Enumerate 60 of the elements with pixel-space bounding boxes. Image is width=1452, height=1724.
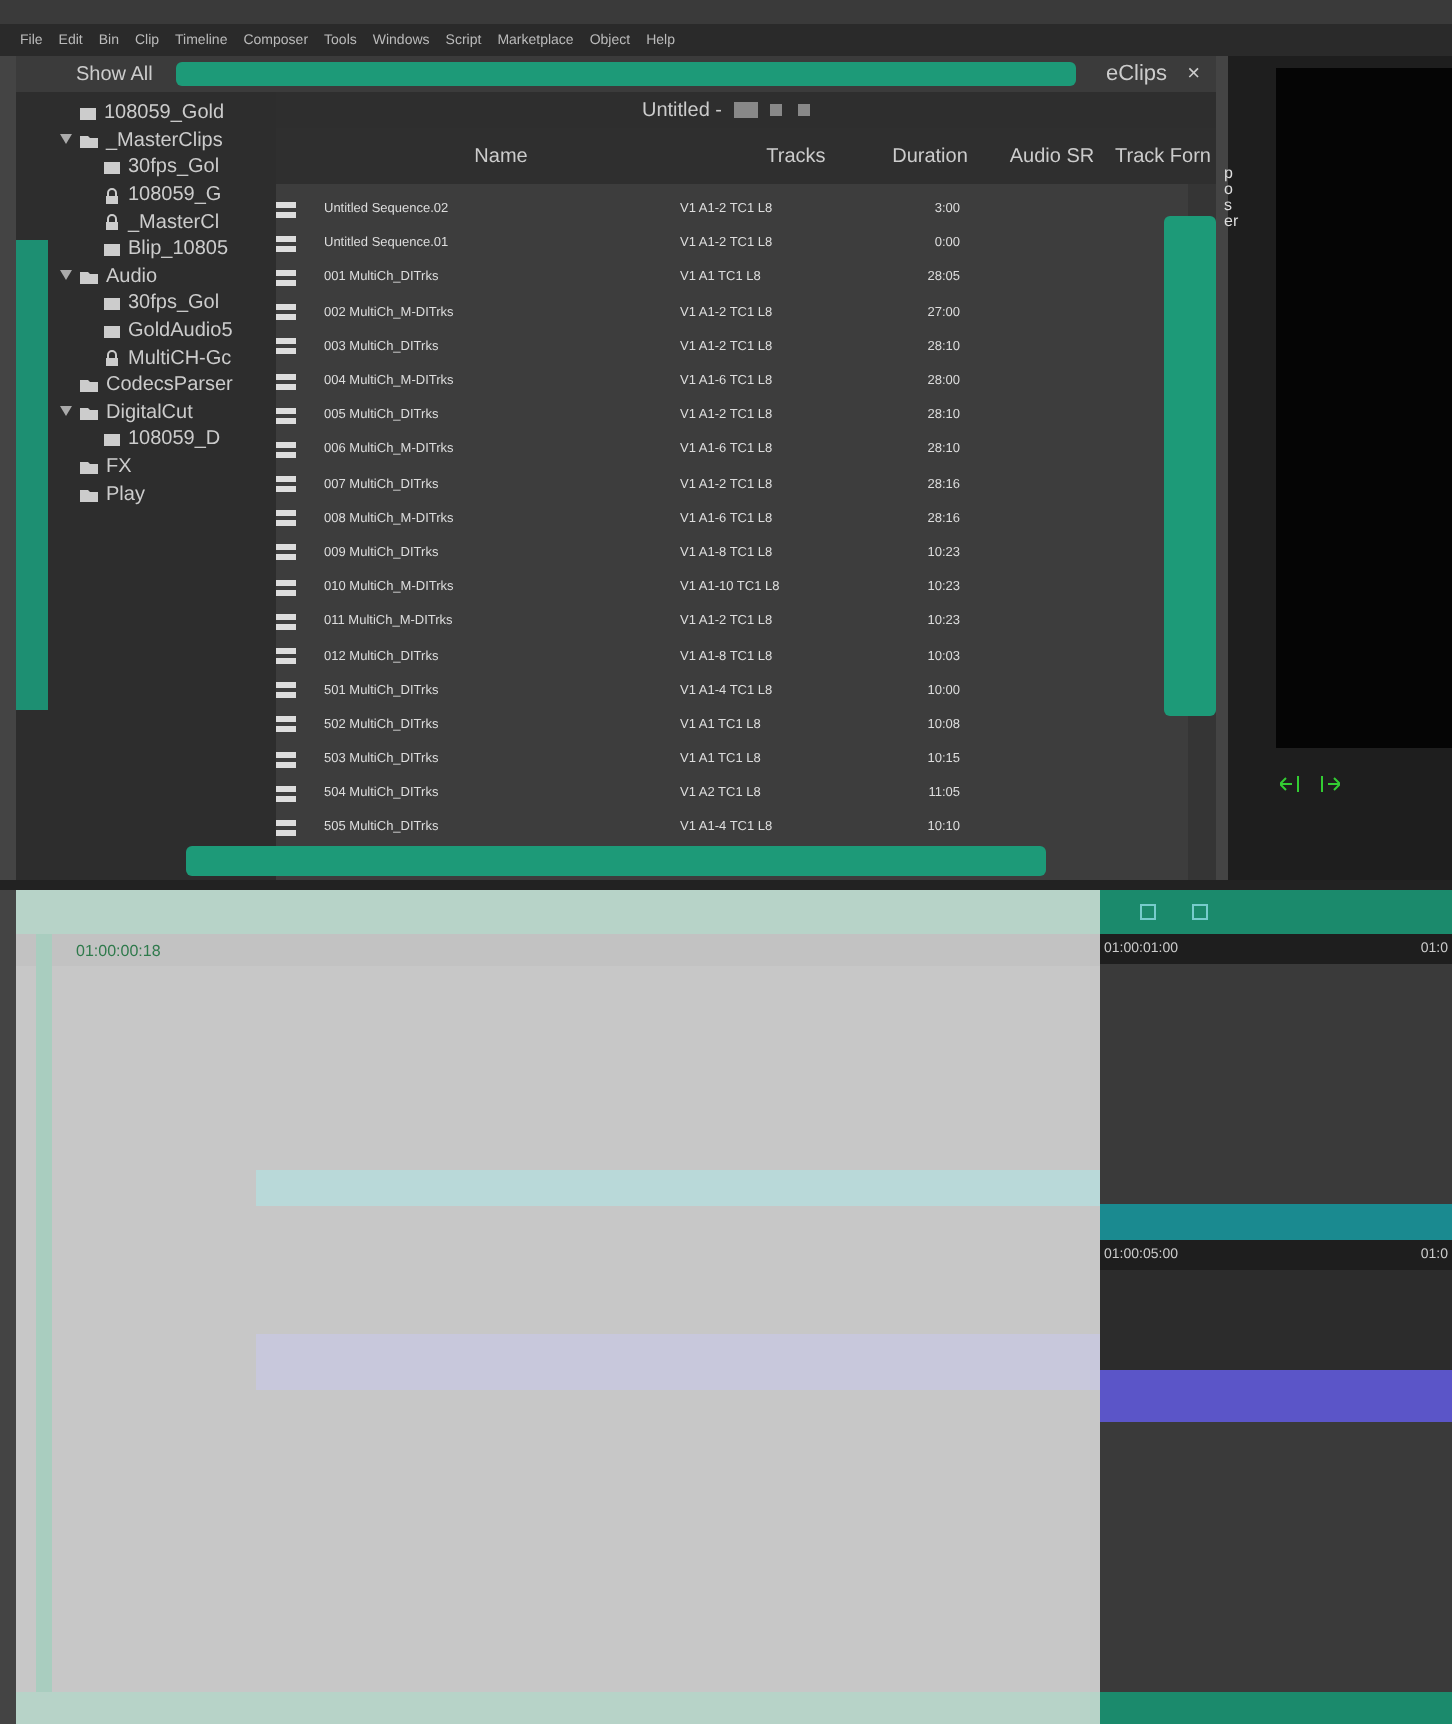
composer-tab[interactable]: poser <box>1224 166 1240 230</box>
column-header[interactable]: Audio SR <box>994 145 1110 167</box>
sequence-icon <box>276 819 296 836</box>
tree-item[interactable]: _MasterClips <box>106 129 223 152</box>
tree-item[interactable]: Audio <box>106 265 158 288</box>
column-header[interactable]: Name <box>276 145 726 167</box>
tree-item[interactable]: FX <box>106 456 132 479</box>
bin-icon <box>104 243 120 256</box>
sequence-icon <box>276 751 296 768</box>
tree-item[interactable]: 108059_D <box>128 428 221 451</box>
sequence-icon <box>276 544 296 561</box>
column-header[interactable]: Track Forn <box>1110 145 1216 167</box>
tree-item[interactable]: 108059_Gold <box>104 102 225 125</box>
expand-arrow-icon[interactable] <box>60 133 72 144</box>
folder-icon <box>80 133 98 148</box>
tree-item[interactable]: 108059_G <box>128 184 222 207</box>
timecode: 01:00:00:18 <box>76 941 161 959</box>
tree-item[interactable]: Play <box>106 483 145 506</box>
sequence-icon <box>276 373 296 390</box>
sequence-icon <box>276 304 296 321</box>
tree-item[interactable]: 30fps_Gol <box>128 156 220 179</box>
view-icon[interactable] <box>734 102 815 118</box>
sequence-icon <box>276 441 296 458</box>
column-header[interactable]: Duration <box>866 145 994 167</box>
lock-icon <box>104 187 120 204</box>
tree-item[interactable]: GoldAudio5 <box>128 320 233 343</box>
sequence-icon <box>276 407 296 424</box>
sequence-icon <box>276 579 296 596</box>
expand-arrow-icon[interactable] <box>60 405 72 416</box>
tree-item[interactable]: Blip_10805 <box>128 238 229 261</box>
bin-icon <box>104 433 120 446</box>
sequence-icon <box>276 510 296 527</box>
tree-item[interactable]: DigitalCut <box>106 401 193 424</box>
close-button[interactable]: × <box>1187 62 1200 86</box>
bin-tab[interactable]: eClips <box>1105 62 1168 86</box>
bin-icon <box>80 107 96 120</box>
tree-item[interactable]: MultiCH-Gc <box>128 347 232 370</box>
column-header[interactable]: Tracks <box>726 145 866 167</box>
sequence-icon <box>276 338 296 355</box>
sequence-icon <box>276 201 296 218</box>
tree-item[interactable]: CodecsParser <box>106 374 233 397</box>
sequence-icon <box>276 682 296 699</box>
tree-item[interactable]: 30fps_Gol <box>128 292 220 315</box>
sequence-icon <box>276 648 296 665</box>
folder-icon <box>80 269 98 284</box>
lock-icon <box>104 350 120 367</box>
sequence-icon <box>276 269 296 286</box>
sequence-icon <box>276 716 296 733</box>
sequence-icon <box>276 613 296 630</box>
lock-icon <box>104 214 120 231</box>
step-back-icon[interactable] <box>1280 776 1300 792</box>
sequence-icon <box>276 785 296 802</box>
step-forward-icon[interactable] <box>1320 776 1340 792</box>
expand-arrow-icon[interactable] <box>60 269 72 280</box>
bin-icon <box>104 161 120 174</box>
view-dropdown[interactable]: Untitled - <box>642 99 723 121</box>
tree-item[interactable]: _MasterCl <box>128 211 220 234</box>
show-all-filter[interactable]: Show All <box>76 63 153 85</box>
sequence-icon <box>276 235 296 252</box>
sequence-icon <box>276 476 296 493</box>
